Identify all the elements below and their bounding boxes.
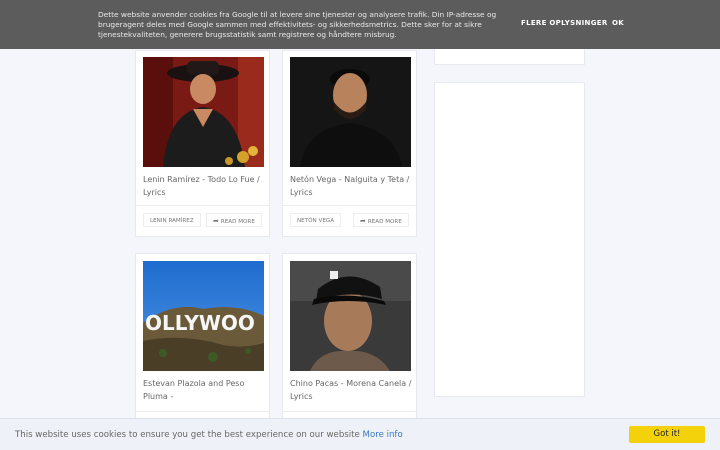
ok-button[interactable]: OK [612, 19, 624, 27]
post-card: Netón Vega - Nalguita y Teta / Lyrics NE… [282, 50, 417, 237]
post-label-tag[interactable]: NETÓN VEGA [290, 213, 342, 227]
man-in-cap-image [290, 261, 411, 371]
post-card: OLLYWOO Estevan Plazola and Peso Pluma - [135, 253, 270, 428]
post-label-tag[interactable]: LENIN RAMÍREZ [143, 213, 201, 227]
hollywood-letters: OLLYWOO [145, 311, 255, 335]
man-portrait-image [290, 57, 411, 167]
share-arrow-icon: ➦ [213, 217, 219, 225]
cookie-consent-message: This website uses cookies to ensure you … [15, 430, 360, 440]
sidebar-widget [434, 82, 585, 397]
cookie-consent-text: This website uses cookies to ensure you … [15, 430, 403, 440]
man-in-cowboy-hat-image [143, 57, 264, 167]
post-thumbnail[interactable]: OLLYWOO [143, 261, 264, 371]
read-more-button[interactable]: ➦ READ MORE [353, 213, 409, 227]
post-thumbnail[interactable] [143, 57, 264, 167]
post-card: Lenin Ramírez - Todo Lo Fue / Lyrics LEN… [135, 50, 270, 237]
post-title[interactable]: Estevan Plazola and Peso Pluma - [143, 377, 268, 403]
post-title[interactable]: Netón Vega - Nalguita y Teta / Lyrics [290, 173, 415, 199]
google-cookie-banner: Dette website anvender cookies fra Googl… [0, 0, 720, 49]
hollywood-sign-image: OLLYWOO [143, 261, 264, 371]
read-more-label: READ MORE [367, 219, 402, 225]
share-arrow-icon: ➦ [360, 217, 366, 225]
post-card: Chino Pacas - Morena Canela / Lyrics [282, 253, 417, 428]
more-info-link[interactable]: More info [363, 430, 403, 440]
more-info-button[interactable]: FLERE OPLYSNINGER [521, 19, 608, 27]
post-title[interactable]: Chino Pacas - Morena Canela / Lyrics [290, 377, 415, 403]
read-more-label: READ MORE [220, 219, 255, 225]
got-it-button[interactable]: Got it! [629, 426, 705, 443]
post-footer: LENIN RAMÍREZ ➦ READ MORE [136, 205, 269, 233]
post-thumbnail[interactable] [290, 261, 411, 371]
post-thumbnail[interactable] [290, 57, 411, 167]
cookie-banner-message: Dette website anvender cookies fra Googl… [98, 10, 497, 39]
post-title[interactable]: Lenin Ramírez - Todo Lo Fue / Lyrics [143, 173, 268, 199]
cookie-consent-bar: This website uses cookies to ensure you … [0, 418, 720, 450]
read-more-button[interactable]: ➦ READ MORE [206, 213, 262, 227]
post-footer: NETÓN VEGA ➦ READ MORE [283, 205, 416, 233]
